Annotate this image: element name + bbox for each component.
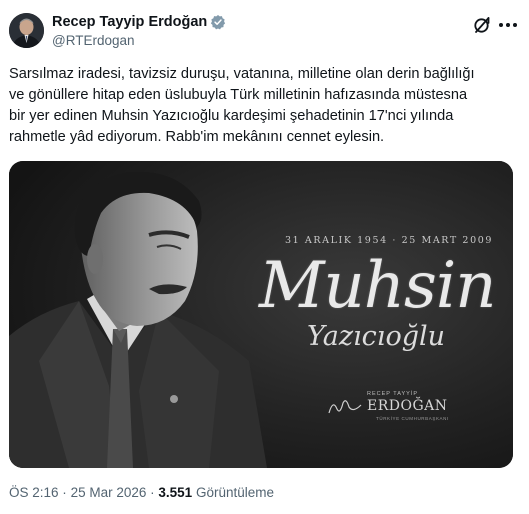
signature-block: RECEP TAYYİP ERDOĞAN TÜRKİYE CUMHURBAŞKA… (327, 389, 467, 429)
tweet-text-line: rahmetle yâd ediyorum. Rabb'im mekânını … (9, 129, 385, 145)
tweet-text-line: Sarsılmaz iradesi, tavizsiz duruşu, vata… (9, 66, 475, 82)
verified-badge-icon (210, 14, 226, 30)
memorial-last-name: Yazıcıoğlu (307, 321, 446, 352)
meta-separator: · (62, 485, 67, 500)
memorial-dates: 31 ARALIK 1954 · 25 MART 2009 (285, 235, 494, 246)
tweet-meta-footer: ÖS 2:16 · 25 Mar 2026 · 3.551 Görüntülem… (9, 485, 274, 500)
tweet-time[interactable]: ÖS 2:16 (9, 485, 59, 500)
tweet-text: Sarsılmaz iradesi, tavizsiz duruşu, vata… (9, 64, 521, 148)
author-name-row: Recep Tayyip Erdoğan (52, 14, 226, 30)
tweet-media-image[interactable]: 31 ARALIK 1954 · 25 MART 2009 Muhsin Yaz… (9, 161, 513, 468)
grok-icon[interactable] (472, 15, 492, 35)
more-dots-icon[interactable] (497, 15, 519, 35)
tweet-date[interactable]: 25 Mar 2026 (71, 485, 147, 500)
tweet-text-line: ve gönüllere hitap eden üslubuyla Türk m… (9, 87, 468, 103)
meta-separator: · (150, 485, 155, 500)
avatar[interactable] (9, 13, 44, 48)
signature-first-names: RECEP TAYYİP (367, 391, 419, 397)
view-count: 3.551 (158, 485, 193, 500)
signature-scribble-icon (328, 400, 362, 414)
signature-title: TÜRKİYE CUMHURBAŞKANI (376, 416, 449, 421)
tweet-text-line: bir yer edinen Muhsin Yazıcıoğlu kardeşi… (9, 108, 454, 124)
signature-surname: ERDOĞAN (367, 398, 448, 414)
author-handle[interactable]: @RTErdogan (52, 33, 135, 48)
memorial-first-name: Muhsin (259, 249, 496, 323)
tweet-header: Recep Tayyip Erdoğan @RTErdogan (0, 0, 529, 62)
author-display-name[interactable]: Recep Tayyip Erdoğan (52, 14, 207, 30)
view-count-label: Görüntüleme (195, 485, 275, 500)
